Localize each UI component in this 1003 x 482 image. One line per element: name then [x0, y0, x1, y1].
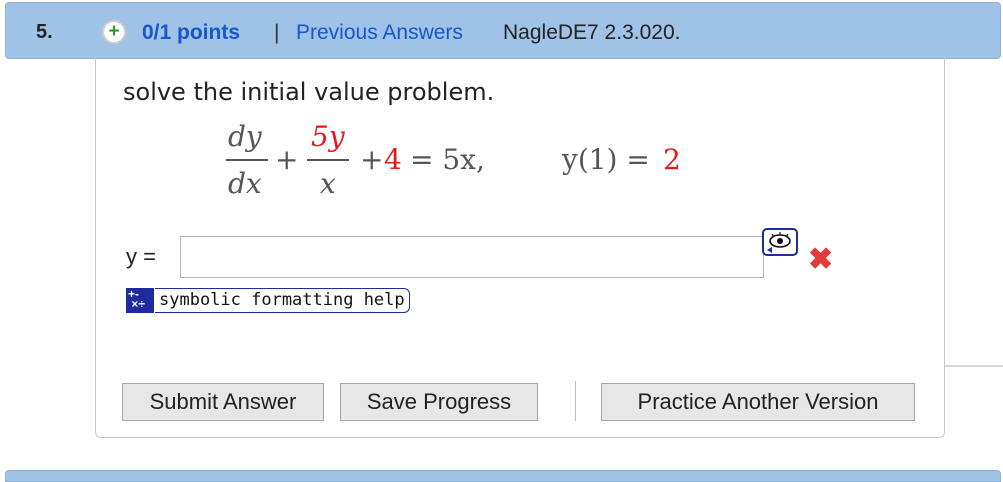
points-score[interactable]: 0/1 points	[142, 21, 240, 45]
x-mark-icon: ✖	[808, 243, 834, 276]
button-separator	[575, 381, 576, 421]
previous-answers-link[interactable]: Previous Answers	[296, 21, 463, 45]
eq-dy: dy	[228, 120, 262, 153]
eq-fraction-bar	[307, 159, 349, 161]
question-header: 5. + 0/1 points | Previous Answers Nagle…	[5, 2, 1001, 59]
eye-icon	[767, 232, 791, 253]
practice-another-version-button[interactable]: Practice Another Version	[601, 383, 915, 421]
eq-fraction-bar	[226, 159, 268, 161]
next-question-header	[5, 470, 1001, 482]
answer-input[interactable]	[180, 236, 764, 278]
divider-rule	[945, 365, 1003, 367]
eq-plus: +	[275, 143, 299, 176]
answer-label: y =	[126, 244, 156, 269]
question-number: 5.	[36, 21, 53, 43]
question-code: NagleDE7 2.3.020.	[503, 21, 681, 44]
eq-initial-value: 2	[663, 143, 681, 176]
eq-dx: dx	[228, 167, 262, 200]
header-separator: |	[274, 21, 280, 44]
save-progress-button[interactable]: Save Progress	[340, 383, 538, 421]
submit-answer-button[interactable]: Submit Answer	[122, 383, 324, 421]
problem-prompt: solve the initial value problem.	[123, 78, 495, 106]
eq-initial-condition: y(1) =	[562, 143, 650, 176]
preview-button[interactable]	[762, 228, 798, 256]
eq-denominator: x	[320, 167, 336, 200]
eq-numerator: 5y	[311, 120, 345, 153]
eq-plus: +	[360, 143, 384, 176]
eq-rhs: = 5x,	[410, 143, 485, 176]
symbolic-help-label[interactable]: symbolic formatting help	[155, 288, 410, 313]
expand-plus-icon[interactable]: +	[102, 20, 126, 44]
eq-constant: 4	[384, 143, 402, 176]
symbolic-help-icon: +- ×÷	[126, 288, 154, 313]
